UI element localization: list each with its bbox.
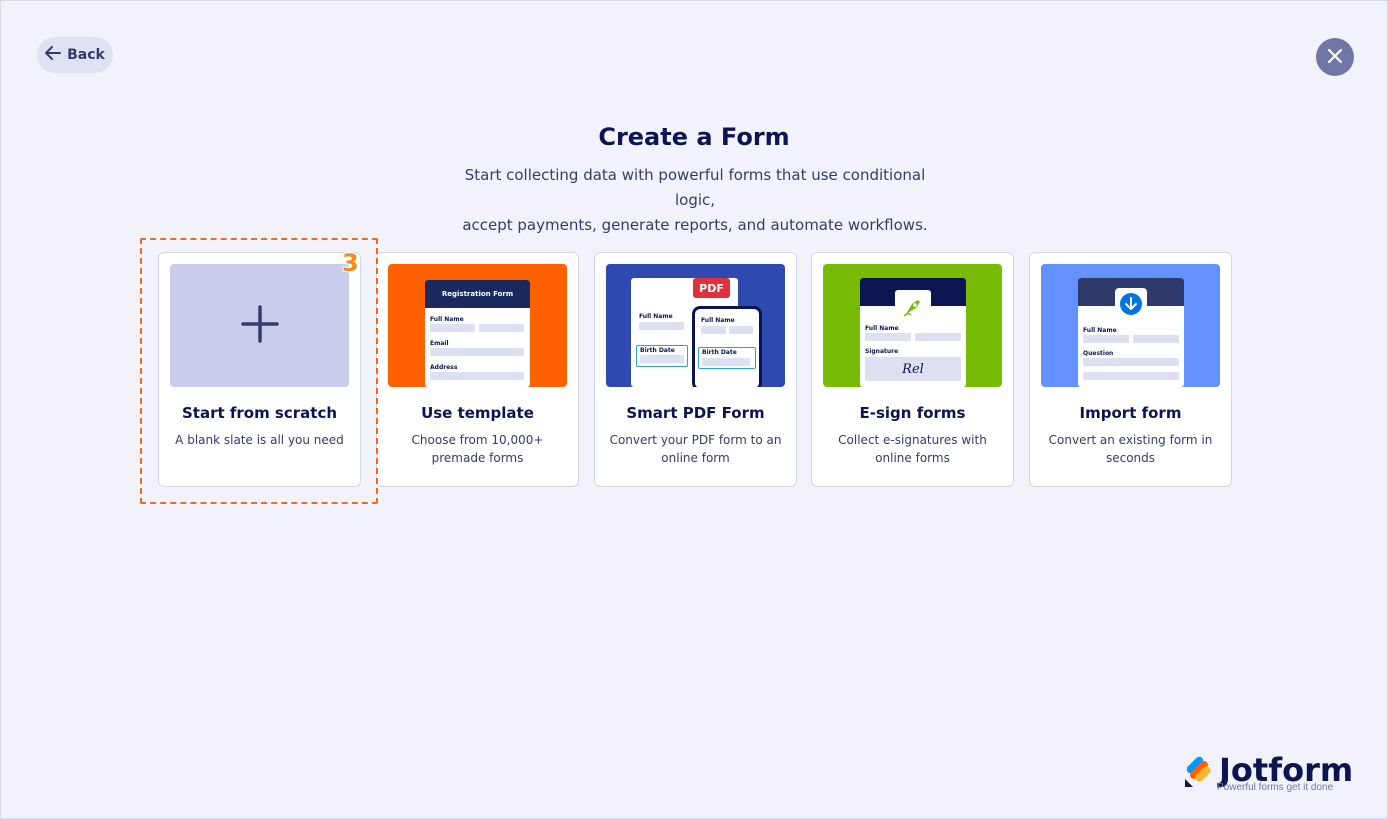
option-description: A blank slate is all you need (175, 433, 344, 447)
option-title: Start from scratch (181, 404, 338, 422)
preview-label: Address (430, 364, 458, 371)
option-title: E-sign forms (859, 404, 966, 422)
scratch-thumbnail (170, 264, 349, 387)
back-button[interactable]: Back (37, 37, 113, 73)
signature-sample: Rel (902, 361, 924, 377)
preview-label: Full Name (865, 325, 899, 332)
preview-label: Birth Date (640, 347, 675, 354)
template-preview-doc: Registration Form Full Name Email Addres… (425, 280, 530, 387)
jotform-logo-icon (1181, 753, 1215, 793)
option-import-form[interactable]: Full Name Question Import form Convert a… (1029, 252, 1232, 487)
import-thumbnail: Full Name Question (1041, 264, 1220, 387)
subtitle-line-2: accept payments, generate reports, and a… (462, 216, 928, 234)
option-e-sign-forms[interactable]: Full Name Signature Rel E-sign forms Col… (811, 252, 1014, 487)
preview-label: Full Name (1083, 327, 1117, 334)
option-title: Smart PDF Form (626, 404, 765, 422)
close-icon (1327, 48, 1343, 67)
option-description: Choose from 10,000+ premade forms (411, 433, 544, 465)
template-thumbnail: Registration Form Full Name Email Addres… (388, 264, 567, 387)
pdf-badge: PDF (693, 278, 730, 298)
option-smart-pdf-form[interactable]: Full Name Birth Date PDF Full Name Birth… (594, 252, 797, 487)
option-description: Collect e-signatures with online forms (838, 433, 987, 465)
phone-preview: Full Name Birth Date (692, 306, 762, 387)
plus-icon (240, 304, 279, 347)
esign-thumbnail: Full Name Signature Rel (823, 264, 1002, 387)
preview-label: Full Name (701, 317, 735, 324)
import-preview-doc: Full Name Question (1078, 278, 1184, 387)
preview-label: Birth Date (702, 349, 737, 356)
subtitle-line-1: Start collecting data with powerful form… (464, 166, 926, 209)
back-button-label: Back (67, 47, 105, 63)
step-number-badge: 3 (342, 249, 359, 277)
preview-label: Full Name (639, 313, 673, 320)
preview-label: Signature (865, 348, 899, 355)
pdf-thumbnail: Full Name Birth Date PDF Full Name Birth… (606, 264, 785, 387)
option-start-from-scratch[interactable]: Start from scratch A blank slate is all … (158, 252, 361, 487)
preview-label: Question (1083, 350, 1114, 357)
option-title: Import form (1079, 404, 1182, 422)
arrow-left-icon (45, 46, 62, 64)
preview-label: Full Name (430, 316, 464, 323)
pdf-badge-label: PDF (699, 281, 724, 295)
brand-tagline: Powerful forms get it done (1217, 782, 1334, 793)
esign-preview-doc: Full Name Signature Rel (860, 278, 966, 387)
page-subtitle: Start collecting data with powerful form… (445, 163, 945, 238)
pen-nib-icon (895, 290, 931, 324)
download-arrow-icon (1115, 288, 1147, 320)
option-title: Use template (421, 404, 534, 422)
option-description: Convert an existing form in seconds (1048, 433, 1213, 465)
page-title: Create a Form (598, 123, 790, 151)
close-button[interactable] (1316, 38, 1354, 76)
template-preview-header: Registration Form (441, 290, 514, 298)
preview-label: Email (430, 340, 449, 347)
option-description: Convert your PDF form to an online form (609, 433, 782, 465)
option-use-template[interactable]: Registration Form Full Name Email Addres… (376, 252, 579, 487)
